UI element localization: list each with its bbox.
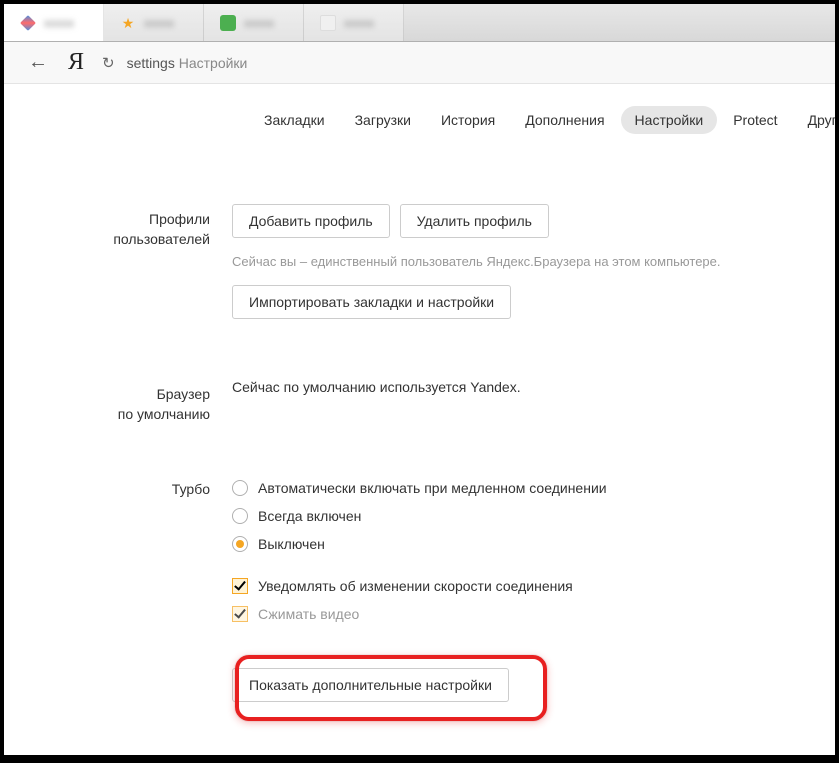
nav-tab-protect[interactable]: Protect <box>719 106 791 134</box>
turbo-radio-off[interactable]: Выключен <box>232 530 835 558</box>
radio-label: Выключен <box>258 536 325 552</box>
browser-tab[interactable]: xxxxx <box>204 4 304 41</box>
checkbox-label: Сжимать видео <box>258 606 359 622</box>
url-display[interactable]: settings Настройки <box>123 55 248 71</box>
radio-icon <box>232 536 248 552</box>
nav-tab-bookmarks[interactable]: Закладки <box>250 106 339 134</box>
section-advanced: Показать дополнительные настройки <box>4 668 835 712</box>
browser-tab[interactable]: ★ xxxxx <box>104 4 204 41</box>
section-label: Турбо <box>4 474 232 628</box>
tab-favicon-icon: ★ <box>120 15 136 31</box>
nav-tab-other-devices[interactable]: Другие устро <box>794 106 835 134</box>
radio-icon <box>232 508 248 524</box>
import-bookmarks-button[interactable]: Импортировать закладки и настройки <box>232 285 511 319</box>
section-label: Профили пользователей <box>4 204 232 329</box>
add-profile-button[interactable]: Добавить профиль <box>232 204 390 238</box>
back-arrow-icon[interactable]: ← <box>18 51 58 74</box>
tab-title: xxxxx <box>344 16 374 30</box>
section-label: Браузер по умолчанию <box>4 379 232 424</box>
tab-favicon-icon <box>20 15 36 31</box>
tab-bar: xxxxx ★ xxxxx xxxxx xxxxx <box>4 4 835 42</box>
profile-hint-text: Сейчас вы – единственный пользователь Ян… <box>232 254 835 269</box>
turbo-check-compress[interactable]: Сжимать видео <box>232 600 835 628</box>
nav-tab-history[interactable]: История <box>427 106 509 134</box>
checkbox-icon <box>232 606 248 622</box>
browser-tab[interactable]: xxxxx <box>4 4 104 41</box>
turbo-check-notify[interactable]: Уведомлять об изменении скорости соедине… <box>232 572 835 600</box>
section-turbo: Турбо Автоматически включать при медленн… <box>4 474 835 628</box>
radio-icon <box>232 480 248 496</box>
url-rest: Настройки <box>179 55 248 71</box>
nav-tab-downloads[interactable]: Загрузки <box>341 106 425 134</box>
section-default-browser: Браузер по умолчанию Сейчас по умолчанию… <box>4 379 835 424</box>
checkbox-icon <box>232 578 248 594</box>
default-browser-text: Сейчас по умолчанию используется Yandex. <box>232 379 835 395</box>
radio-label: Всегда включен <box>258 508 361 524</box>
delete-profile-button[interactable]: Удалить профиль <box>400 204 549 238</box>
nav-tab-settings[interactable]: Настройки <box>621 106 718 134</box>
tab-title: xxxxx <box>44 16 74 30</box>
yandex-logo-icon[interactable]: Я <box>58 49 94 76</box>
tab-title: xxxxx <box>244 16 274 30</box>
nav-tab-addons[interactable]: Дополнения <box>511 106 618 134</box>
content-area: Закладки Загрузки История Дополнения Нас… <box>4 84 835 755</box>
reload-icon[interactable]: ↻ <box>94 54 123 72</box>
radio-label: Автоматически включать при медленном сое… <box>258 480 607 496</box>
checkbox-label: Уведомлять об изменении скорости соедине… <box>258 578 573 594</box>
address-bar: ← Я ↻ settings Настройки <box>4 42 835 84</box>
tab-title: xxxxx <box>144 16 174 30</box>
browser-tab[interactable]: xxxxx <box>304 4 404 41</box>
turbo-radio-auto[interactable]: Автоматически включать при медленном сое… <box>232 474 835 502</box>
url-key: settings <box>127 55 175 71</box>
section-profiles: Профили пользователей Добавить профиль У… <box>4 204 835 329</box>
show-advanced-settings-button[interactable]: Показать дополнительные настройки <box>232 668 509 702</box>
turbo-radio-always[interactable]: Всегда включен <box>232 502 835 530</box>
tab-favicon-icon <box>320 15 336 31</box>
settings-nav: Закладки Загрузки История Дополнения Нас… <box>4 84 835 134</box>
tab-favicon-icon <box>220 15 236 31</box>
